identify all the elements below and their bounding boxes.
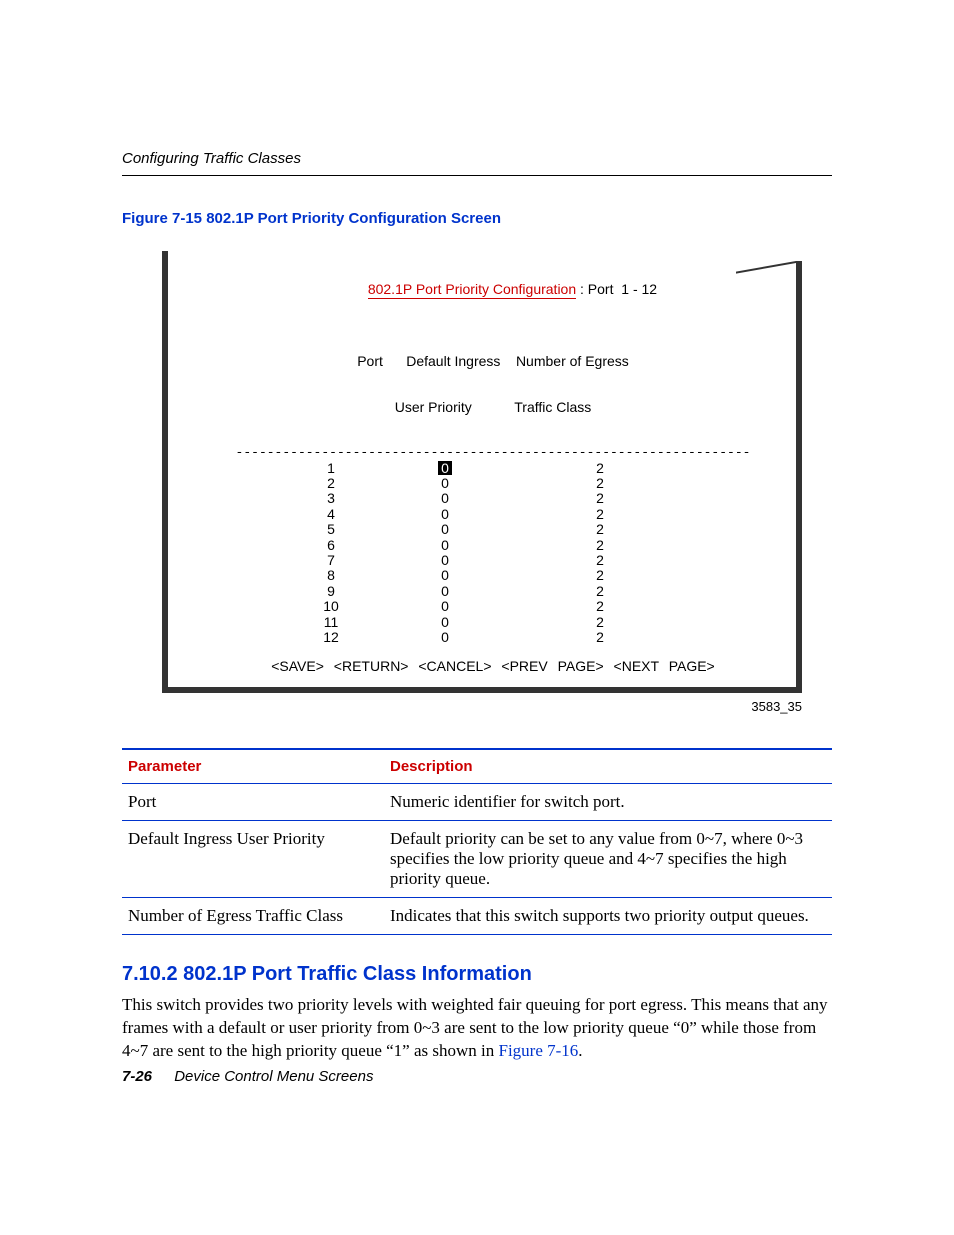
- cell-description: Numeric identifier for switch port.: [384, 783, 832, 820]
- cell-egress: 2: [515, 461, 685, 476]
- cell-priority: 0: [375, 522, 515, 537]
- section-paragraph: This switch provides two priority levels…: [122, 994, 832, 1063]
- table-row: Default Ingress User PriorityDefault pri…: [122, 820, 832, 897]
- running-head-rule: [122, 175, 832, 176]
- cell-port: 11: [301, 615, 375, 630]
- cell-priority[interactable]: 0: [375, 461, 515, 476]
- footer-title: Device Control Menu Screens: [174, 1068, 373, 1085]
- selected-value[interactable]: 0: [438, 461, 452, 476]
- cell-parameter: Default Ingress User Priority: [122, 820, 384, 897]
- screen-row: 302: [196, 491, 790, 506]
- cell-priority: 0: [375, 568, 515, 583]
- cell-priority: 0: [375, 538, 515, 553]
- screen-row: 1 0 2: [196, 461, 790, 476]
- frame-edge: [162, 251, 168, 693]
- cell-priority: 0: [375, 615, 515, 630]
- screen-separator: ----------------------------------------…: [196, 446, 790, 460]
- figure-id: 3583_35: [162, 699, 802, 714]
- table-row: PortNumeric identifier for switch port.: [122, 783, 832, 820]
- cell-egress: 2: [515, 568, 685, 583]
- frame-edge: [162, 687, 802, 693]
- running-head: Configuring Traffic Classes: [122, 0, 832, 167]
- cell-port: 3: [301, 491, 375, 506]
- cell-port: 8: [301, 568, 375, 583]
- screen-row: 902: [196, 584, 790, 599]
- cell-port: 10: [301, 599, 375, 614]
- cell-parameter: Port: [122, 783, 384, 820]
- cell-egress: 2: [515, 630, 685, 645]
- table-row: Number of Egress Traffic ClassIndicates …: [122, 897, 832, 934]
- cell-description: Default priority can be set to any value…: [384, 820, 832, 897]
- screen-row: 702: [196, 553, 790, 568]
- parameter-table: Parameter Description PortNumeric identi…: [122, 748, 832, 935]
- col-heads-line2: User Priority Traffic Class: [196, 400, 790, 415]
- action-save[interactable]: <SAVE>: [271, 658, 324, 674]
- cell-description: Indicates that this switch supports two …: [384, 897, 832, 934]
- cell-egress: 2: [515, 522, 685, 537]
- section-heading: 7.10.2 802.1P Port Traffic Class Informa…: [122, 963, 832, 986]
- terminal-screen-figure: 802.1P Port Priority Configuration : Por…: [162, 251, 802, 693]
- screen-row: 1202: [196, 630, 790, 645]
- screen-title-rest: : Port 1 - 12: [576, 281, 657, 297]
- cell-port: 7: [301, 553, 375, 568]
- screen-title-link: 802.1P Port Priority Configuration: [368, 281, 576, 299]
- screen-data-rows: 102202302402502602702802902100211021202: [196, 461, 790, 646]
- page: Configuring Traffic Classes Figure 7-15 …: [0, 0, 954, 1235]
- cell-egress: 2: [515, 553, 685, 568]
- cell-port: 6: [301, 538, 375, 553]
- screen-row: 802: [196, 568, 790, 583]
- screen-row: 402: [196, 507, 790, 522]
- screen-row: 1002: [196, 599, 790, 614]
- cell-port: 9: [301, 584, 375, 599]
- th-parameter: Parameter: [122, 749, 384, 784]
- th-description: Description: [384, 749, 832, 784]
- cell-port: 1: [301, 461, 375, 476]
- cell-priority: 0: [375, 491, 515, 506]
- col-heads-line1: Port Default Ingress Number of Egress: [196, 354, 790, 369]
- action-return[interactable]: <RETURN>: [334, 658, 409, 674]
- table-header-row: Parameter Description: [122, 749, 832, 784]
- screen-row: 602: [196, 538, 790, 553]
- cell-priority: 0: [375, 507, 515, 522]
- screen-column-headers: Port Default Ingress Number of Egress Us…: [196, 323, 790, 446]
- terminal-screen: 802.1P Port Priority Configuration : Por…: [162, 251, 802, 693]
- cell-egress: 2: [515, 491, 685, 506]
- frame-edge: [796, 261, 802, 693]
- cell-egress: 2: [515, 476, 685, 491]
- page-number: 7-26: [122, 1068, 152, 1085]
- action-cancel[interactable]: <CANCEL>: [418, 658, 491, 674]
- cell-priority: 0: [375, 476, 515, 491]
- screen-row: 1102: [196, 615, 790, 630]
- page-footer: 7-26 Device Control Menu Screens: [122, 1068, 832, 1085]
- screen-row: 502: [196, 522, 790, 537]
- cell-port: 2: [301, 476, 375, 491]
- screen-row: 202: [196, 476, 790, 491]
- cell-port: 4: [301, 507, 375, 522]
- cell-egress: 2: [515, 599, 685, 614]
- para-text-pre: This switch provides two priority levels…: [122, 995, 828, 1060]
- cell-priority: 0: [375, 584, 515, 599]
- action-prev[interactable]: <PREV PAGE>: [501, 658, 603, 674]
- cell-egress: 2: [515, 538, 685, 553]
- cell-priority: 0: [375, 553, 515, 568]
- screen-title: 802.1P Port Priority Configuration : Por…: [196, 267, 790, 313]
- cell-port: 5: [301, 522, 375, 537]
- cell-port: 12: [301, 630, 375, 645]
- action-next[interactable]: <NEXT PAGE>: [614, 658, 715, 674]
- cell-egress: 2: [515, 507, 685, 522]
- screen-action-bar: <SAVE> <RETURN> <CANCEL> <PREV PAGE> <NE…: [196, 659, 790, 674]
- para-text-post: .: [578, 1041, 582, 1060]
- figure-xref[interactable]: Figure 7-16: [499, 1041, 579, 1060]
- cell-priority: 0: [375, 599, 515, 614]
- cell-priority: 0: [375, 630, 515, 645]
- cell-parameter: Number of Egress Traffic Class: [122, 897, 384, 934]
- cell-egress: 2: [515, 615, 685, 630]
- figure-caption: Figure 7-15 802.1P Port Priority Configu…: [122, 210, 832, 227]
- cell-egress: 2: [515, 584, 685, 599]
